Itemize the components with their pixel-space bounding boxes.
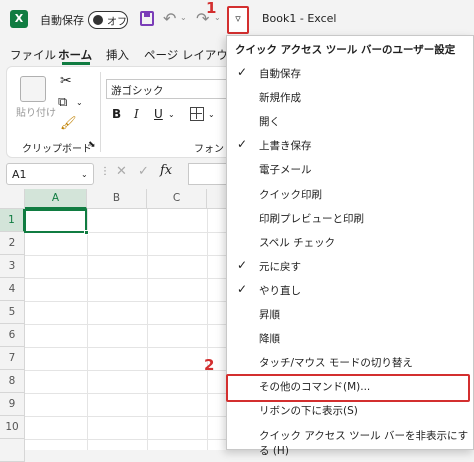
borders-dropdown-chevron-icon[interactable]: ⌄ [208,110,215,119]
row-header-8[interactable]: 8 [0,370,25,393]
menu-item-undo[interactable]: ✓ 元に戻す [227,254,473,278]
cut-icon[interactable]: ✂ [60,73,72,89]
qat-customize-button[interactable]: ▿ [227,6,249,34]
row-header-7[interactable]: 7 [0,347,25,370]
menu-item-label: 開く [259,116,280,129]
menu-item-email[interactable]: 電子メール [227,157,473,181]
row-header-1[interactable]: 1 [0,209,25,232]
menu-item-label: 印刷プレビューと印刷 [259,212,364,225]
paste-icon[interactable] [20,76,46,102]
row-header-11[interactable] [0,439,25,462]
menu-item-label: 自動保存 [259,68,301,80]
copy-dropdown-chevron-icon[interactable]: ⌄ [76,98,83,107]
menu-item-quick-print[interactable]: クイック印刷 [227,182,473,206]
row-header-6[interactable]: 6 [0,324,25,347]
underline-dropdown-chevron-icon[interactable]: ⌄ [168,110,175,119]
grid-line [207,209,208,450]
step2-marker: 2 [204,356,215,374]
menu-item-label: 新規作成 [259,92,301,105]
toggle-knob [93,15,103,25]
select-all-corner[interactable] [0,189,25,209]
format-painter-icon[interactable]: 🖌 [60,116,77,131]
column-header-b[interactable]: B [87,189,147,209]
menu-item-label: 上書き保存 [259,140,312,153]
italic-button[interactable]: I [134,107,139,121]
undo-icon[interactable]: ↶ [163,9,176,28]
group-separator [100,72,101,152]
menu-item-new[interactable]: 新規作成 [227,85,473,109]
checkmark-icon: ✓ [237,257,248,272]
more-options-icon[interactable]: ⋮ [100,166,110,177]
menu-item-label: スペル チェック [259,236,336,249]
name-box-chevron-icon[interactable]: ⌄ [81,170,88,179]
save-icon[interactable] [140,11,154,26]
menu-header: クイック アクセス ツール バーのユーザー設定 [235,44,456,56]
column-header-a[interactable]: A [25,189,87,209]
checkmark-icon: ✓ [237,65,248,79]
row-header-9[interactable]: 9 [0,393,25,416]
autosave-state: オフ [107,17,127,28]
row-header-2[interactable]: 2 [0,232,25,255]
tab-insert[interactable]: 挿入 [106,47,129,63]
font-name-input[interactable]: 游ゴシック [106,79,228,99]
menu-item-sort-descending[interactable]: 降順 [227,326,473,350]
menu-item-open[interactable]: 開く [227,109,473,133]
menu-item-label: クイック印刷 [259,188,322,201]
fill-handle[interactable] [84,230,89,235]
menu-item-label: 降順 [259,333,280,346]
undo-dropdown-chevron-icon[interactable]: ⌄ [180,13,187,22]
menu-item-label: やり直し [259,284,301,297]
menu-item-sort-ascending[interactable]: 昇順 [227,302,473,326]
row-header-10[interactable]: 10 [0,416,25,439]
menu-item-label: リボンの下に表示(S) [259,405,358,418]
menu-item-label: 電子メール [259,164,312,177]
excel-logo-icon: X [10,10,28,28]
underline-button[interactable]: U [154,107,163,121]
insert-function-button[interactable]: fx [160,163,172,178]
name-box-value: A1 [12,168,27,181]
menu-item-touch-mouse-mode[interactable]: タッチ/マウス モードの切り替え [227,350,473,374]
menu-item-hide-qat[interactable]: クイック アクセス ツール バーを非表示にする (H) [227,423,473,457]
document-title: Book1 - Excel [262,12,337,25]
row-header-5[interactable]: 5 [0,301,25,324]
menu-item-save[interactable]: ✓ 上書き保存 [227,133,473,157]
menu-item-autosave[interactable]: ✓ 自動保存 [227,61,473,85]
active-tab-indicator [62,62,90,65]
bold-button[interactable]: B [112,107,121,121]
grid-line [147,209,148,450]
row-header-3[interactable]: 3 [0,255,25,278]
autosave-label: 自動保存 [40,14,84,27]
step1-marker: 1 [206,0,217,17]
row-header-4[interactable]: 4 [0,278,25,301]
column-header-c[interactable]: C [147,189,207,209]
tab-file[interactable]: ファイル [10,47,56,63]
name-box[interactable]: A1 ⌄ [6,163,94,185]
checkmark-icon: ✓ [237,281,248,296]
grid-line [87,209,88,450]
tab-home[interactable]: ホーム [58,47,92,63]
copy-icon[interactable]: ⧉ [58,95,67,110]
menu-item-label: タッチ/マウス モードの切り替え [259,357,413,370]
cancel-icon[interactable]: ✕ [116,164,127,179]
dialog-launcher-icon[interactable]: ⬊ [88,140,96,150]
paste-label[interactable]: 貼り付け [16,104,56,119]
active-cell[interactable] [24,209,87,233]
menu-item-redo[interactable]: ✓ やり直し [227,278,473,302]
menu-item-label: クイック アクセス ツール バーを非表示にする (H) [259,429,469,457]
enter-check-icon[interactable]: ✓ [138,164,149,179]
checkmark-icon: ✓ [237,137,248,152]
menu-item-label: 元に戻す [259,260,301,273]
autosave-toggle[interactable]: オフ [88,11,128,29]
borders-icon[interactable] [190,107,204,121]
menu-item-print-preview[interactable]: 印刷プレビューと印刷 [227,206,473,230]
menu-item-spell-check[interactable]: スペル チェック [227,230,473,254]
menu-item-label: 昇順 [259,309,280,321]
clipboard-group-label: クリップボード [22,144,92,155]
font-name-value: 游ゴシック [111,85,164,97]
more-commands-highlight [226,374,470,402]
